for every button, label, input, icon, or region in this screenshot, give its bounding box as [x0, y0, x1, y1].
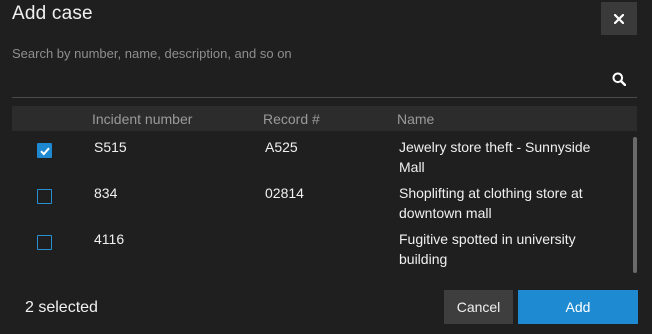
search-icon[interactable]	[612, 72, 626, 86]
record-number: 02814	[265, 185, 304, 201]
cancel-button[interactable]: Cancel	[444, 290, 513, 324]
case-table: Incident number Record # Name S515 A525 …	[12, 106, 637, 269]
close-button[interactable]	[601, 2, 637, 35]
table-row[interactable]: S515 A525 Jewelry store theft - Sunnysid…	[12, 131, 637, 177]
table-row[interactable]: 834 02814 Shoplifting at clothing store …	[12, 177, 637, 223]
selected-count: 2 selected	[25, 299, 98, 316]
close-icon	[614, 13, 624, 24]
dialog-title: Add case	[12, 3, 93, 24]
record-number: A525	[265, 139, 298, 155]
search-input[interactable]	[12, 40, 602, 66]
column-header-incident-number[interactable]: Incident number	[92, 111, 192, 127]
incident-number: S515	[94, 139, 127, 155]
row-checkbox[interactable]	[37, 235, 52, 250]
row-checkbox[interactable]	[37, 189, 52, 204]
row-checkbox[interactable]	[37, 143, 52, 158]
incident-number: 834	[94, 185, 118, 201]
table-header: Incident number Record # Name	[12, 106, 637, 131]
add-button[interactable]: Add	[518, 290, 638, 324]
column-header-record-number[interactable]: Record #	[263, 111, 320, 127]
search-bar	[12, 40, 637, 98]
table-row[interactable]: 4116 Fugitive spotted in university buil…	[12, 223, 637, 269]
checkmark-icon	[40, 147, 50, 156]
table-scrollbar[interactable]	[633, 137, 637, 273]
case-name: Fugitive spotted in university building	[399, 231, 576, 267]
column-header-name[interactable]: Name	[397, 111, 434, 127]
case-name: Jewelry store theft - Sunnyside Mall	[399, 139, 591, 175]
incident-number: 4116	[94, 231, 125, 247]
add-case-dialog: Add case Incident number Record # Name S…	[0, 0, 652, 334]
case-name: Shoplifting at clothing store at downtow…	[399, 185, 583, 221]
